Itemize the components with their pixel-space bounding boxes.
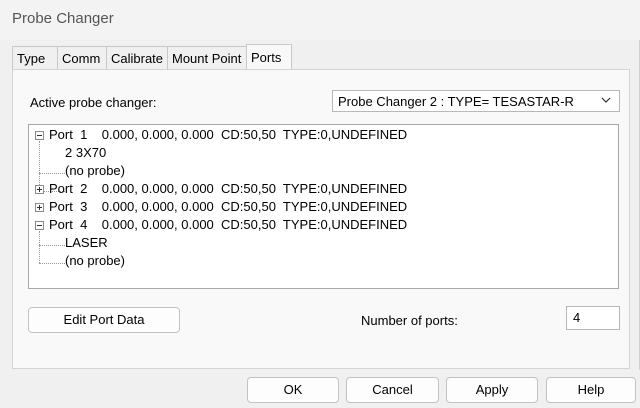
tab-calibrate[interactable]: Calibrate xyxy=(106,46,168,69)
number-of-ports-label: Number of ports: xyxy=(361,313,458,328)
edit-port-data-button[interactable]: Edit Port Data xyxy=(28,307,180,333)
tree-connector xyxy=(39,141,40,191)
active-probe-changer-select[interactable]: Probe Changer 2 : TYPE= TESASTAR-R xyxy=(332,90,620,112)
tab-ports[interactable]: Ports xyxy=(246,44,292,69)
probe-changer-dialog: Probe Changer Type Comm Calibrate Mount … xyxy=(0,0,640,408)
tree-item-probe[interactable]: 2 3X70 xyxy=(65,144,106,162)
tree-item-port-1[interactable]: Port 1 0.000, 0.000, 0.000 CD:50,50 TYPE… xyxy=(49,126,407,144)
tree-connector xyxy=(39,231,40,263)
port-tree[interactable]: Port 1 0.000, 0.000, 0.000 CD:50,50 TYPE… xyxy=(28,124,619,289)
tree-item-port-2[interactable]: Port 2 0.000, 0.000, 0.000 CD:50,50 TYPE… xyxy=(49,180,407,198)
collapse-icon[interactable] xyxy=(35,131,44,140)
tab-strip: Type Comm Calibrate Mount Point Ports xyxy=(12,44,292,70)
tree-connector xyxy=(39,263,67,264)
expand-icon[interactable] xyxy=(35,203,44,212)
apply-button[interactable]: Apply xyxy=(446,377,538,403)
number-of-ports-value: 4 xyxy=(573,310,581,325)
help-button[interactable]: Help xyxy=(546,377,636,403)
tree-item-probe[interactable]: LASER xyxy=(65,234,108,252)
cancel-button[interactable]: Cancel xyxy=(346,377,439,403)
tree-item-probe[interactable]: (no probe) xyxy=(65,252,125,270)
collapse-icon[interactable] xyxy=(35,221,44,230)
tab-type[interactable]: Type xyxy=(12,46,58,69)
tab-mount-point[interactable]: Mount Point xyxy=(167,46,247,69)
tree-item-port-3[interactable]: Port 3 0.000, 0.000, 0.000 CD:50,50 TYPE… xyxy=(49,198,407,216)
active-probe-changer-value: Probe Changer 2 : TYPE= TESASTAR-R xyxy=(338,94,574,109)
window-title: Probe Changer xyxy=(12,10,114,27)
title-bar: Probe Changer xyxy=(0,0,640,40)
tree-item-port-4[interactable]: Port 4 0.000, 0.000, 0.000 CD:50,50 TYPE… xyxy=(49,216,407,234)
tree-connector xyxy=(39,245,67,246)
number-of-ports-input[interactable]: 4 xyxy=(566,306,620,330)
chevron-down-icon xyxy=(601,97,611,103)
active-probe-changer-label: Active probe changer: xyxy=(30,95,157,110)
tree-connector xyxy=(39,173,67,174)
ok-button[interactable]: OK xyxy=(247,377,339,403)
expand-icon[interactable] xyxy=(35,185,44,194)
tree-item-probe[interactable]: (no probe) xyxy=(65,162,125,180)
tab-comm[interactable]: Comm xyxy=(57,46,107,69)
